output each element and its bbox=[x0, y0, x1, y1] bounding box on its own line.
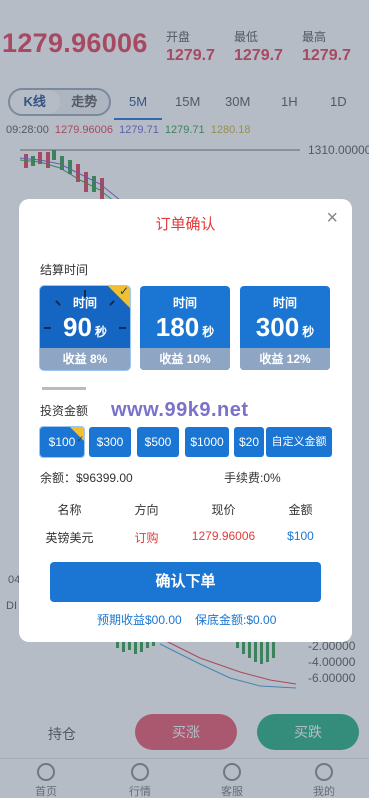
check-icon: ✓ bbox=[76, 434, 84, 444]
dialog-title: 订单确认 bbox=[155, 216, 216, 233]
cell-direction: 订购 bbox=[134, 531, 159, 545]
duration-option-300[interactable]: 时间 300 秒 收益 12% bbox=[240, 286, 330, 370]
divider bbox=[42, 387, 86, 390]
option-seconds: 300 秒 bbox=[255, 312, 315, 342]
cell-amount: $100 bbox=[287, 529, 314, 543]
close-icon[interactable]: × bbox=[326, 207, 338, 230]
check-icon: ✓ bbox=[118, 286, 129, 298]
cell-price: 1279.96006 bbox=[191, 529, 256, 543]
option-label: 时间 bbox=[172, 296, 197, 310]
confirm-order-button[interactable]: 确认下单 bbox=[50, 562, 321, 602]
duration-option-180[interactable]: 时间 180 秒 收益 10% bbox=[140, 286, 230, 370]
col-header: 名称 bbox=[57, 503, 82, 517]
option-profit: 收益 8% bbox=[40, 348, 130, 370]
trading-app: 1279.96006 开盘 1279.7 最低 1279.7 最高 1279.7… bbox=[0, 0, 369, 798]
amount-option-1000[interactable]: $1000 bbox=[185, 427, 229, 457]
watermark: www.99k9.net bbox=[111, 399, 249, 421]
option-profit: 收益 10% bbox=[140, 348, 230, 370]
order-confirm-dialog: 订单确认 × 结算时间 时间 90 秒 收益 8% ✓ 时间 180 秒 收益 10… bbox=[19, 199, 352, 642]
col-header: 金额 bbox=[288, 503, 313, 517]
amount-option-100[interactable]: $100 ✓ bbox=[39, 426, 85, 458]
option-label: 时间 bbox=[272, 296, 297, 310]
option-profit: 收益 12% bbox=[240, 348, 330, 370]
custom-amount-button[interactable]: 自定义金额 bbox=[266, 427, 332, 457]
fee-text: 手续费:0% bbox=[224, 471, 281, 485]
amount-option-300[interactable]: $300 bbox=[89, 427, 131, 457]
col-header: 方向 bbox=[134, 503, 159, 517]
guarantee-amount: 保底金额:$0.00 bbox=[195, 613, 277, 627]
option-seconds: 90 秒 bbox=[63, 312, 107, 342]
expected-profit: 预期收益$00.00 bbox=[97, 613, 182, 627]
cell-name: 英镑美元 bbox=[45, 531, 94, 545]
balance-text: 余额：$96399.00 bbox=[40, 471, 133, 485]
invest-amount-label: 投资金额 bbox=[40, 404, 89, 418]
col-header: 现价 bbox=[211, 503, 236, 517]
option-seconds: 180 秒 bbox=[155, 312, 215, 342]
settle-time-label: 结算时间 bbox=[40, 263, 89, 277]
duration-option-90[interactable]: 时间 90 秒 收益 8% ✓ bbox=[39, 285, 131, 371]
amount-option-2000[interactable]: $20 bbox=[234, 427, 264, 457]
amount-option-500[interactable]: $500 bbox=[137, 427, 179, 457]
